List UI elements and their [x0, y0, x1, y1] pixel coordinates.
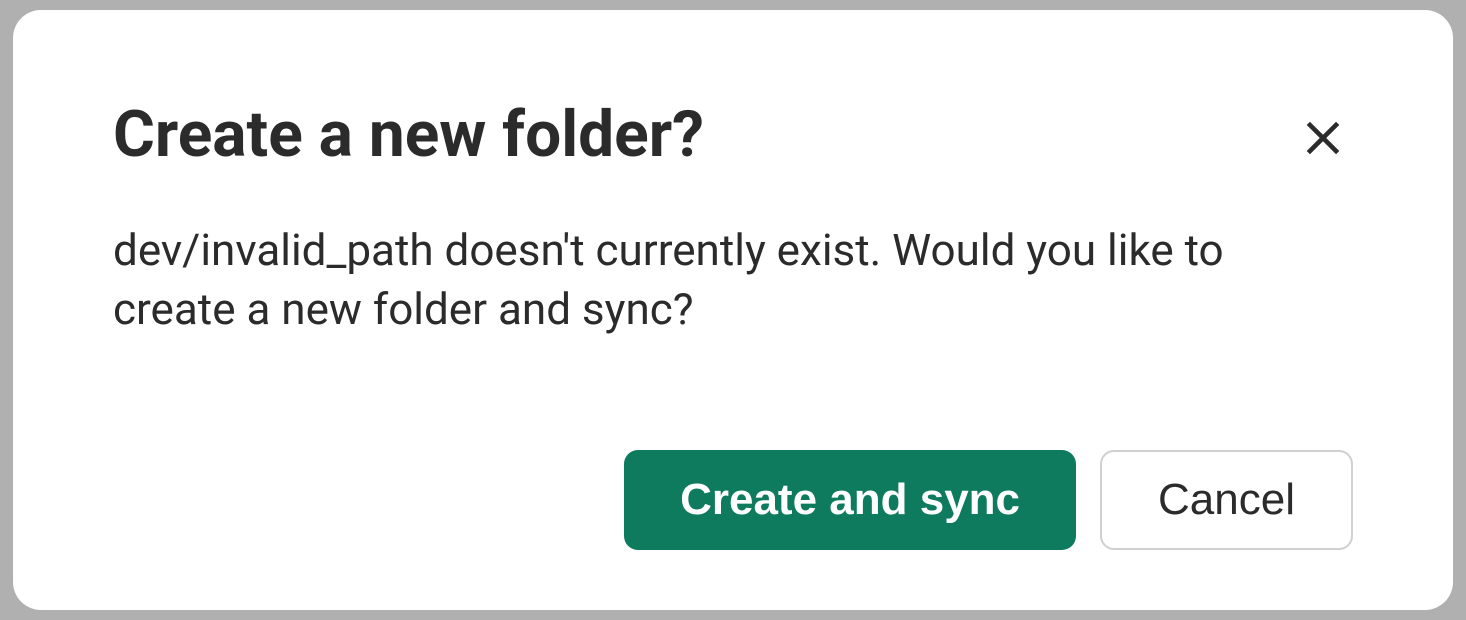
dialog-message: dev/invalid_path doesn't currently exist… — [113, 221, 1353, 340]
close-icon — [1301, 116, 1345, 163]
confirm-dialog: Create a new folder? dev/invalid_path do… — [13, 10, 1453, 610]
close-button[interactable] — [1293, 108, 1353, 171]
cancel-button[interactable]: Cancel — [1100, 450, 1353, 550]
dialog-title: Create a new folder? — [113, 100, 704, 170]
create-and-sync-button[interactable]: Create and sync — [624, 450, 1076, 550]
dialog-header: Create a new folder? — [113, 100, 1353, 171]
dialog-actions: Create and sync Cancel — [113, 450, 1353, 550]
